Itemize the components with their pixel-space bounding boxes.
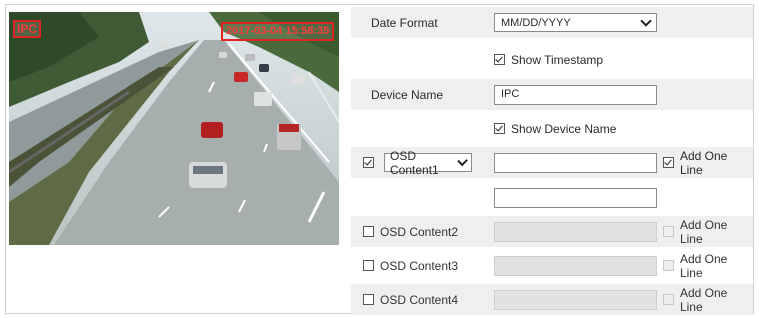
show-device-name-row: Show Device Name xyxy=(351,113,753,144)
osd-content3-add-line-checkbox xyxy=(663,260,674,271)
show-timestamp-checkbox[interactable] xyxy=(494,54,505,65)
osd-content4-row: OSD Content4 Add One Line xyxy=(351,284,753,315)
osd-content4-option[interactable]: OSD Content4 xyxy=(363,293,458,307)
date-format-label: Date Format xyxy=(371,15,438,30)
highway-scene xyxy=(9,12,339,245)
date-format-select[interactable]: MM/DD/YYYY xyxy=(494,13,657,32)
osd-content1-line2-row xyxy=(351,182,753,213)
osd-content1-add-line[interactable]: Add One Line xyxy=(663,149,753,177)
camera-preview: IPC 2017-03-04 15:58:35 xyxy=(9,12,339,245)
show-timestamp-row: Show Timestamp xyxy=(351,44,753,75)
show-device-name-label: Show Device Name xyxy=(511,121,617,136)
osd-content3-row: OSD Content3 Add One Line xyxy=(351,250,753,281)
osd-content1-selector: OSD Content1 xyxy=(363,149,472,177)
device-name-input[interactable]: IPC xyxy=(494,84,657,105)
chevron-down-icon xyxy=(640,14,652,27)
osd-content2-label: OSD Content2 xyxy=(380,224,459,239)
osd-content1-select-value: OSD Content1 xyxy=(390,148,439,177)
osd-content4-label: OSD Content4 xyxy=(380,292,459,307)
osd-content3-label: OSD Content3 xyxy=(380,258,459,273)
osd-timestamp-overlay[interactable]: 2017-03-04 15:58:35 xyxy=(221,22,335,41)
show-timestamp-label: Show Timestamp xyxy=(511,52,604,67)
osd-content3-input xyxy=(494,255,657,276)
osd-content4-add-line-label: Add One Line xyxy=(679,285,728,314)
osd-content1-row: OSD Content1 Add One Line xyxy=(351,147,753,178)
osd-content4-checkbox[interactable] xyxy=(363,294,374,305)
osd-content4-input xyxy=(494,289,657,310)
osd-content1-line2-input[interactable] xyxy=(494,187,657,208)
osd-content1-checkbox[interactable] xyxy=(363,157,374,168)
osd-content2-add-line: Add One Line xyxy=(663,218,753,246)
osd-content2-add-line-label: Add One Line xyxy=(679,217,728,246)
osd-content1-add-line-label: Add One Line xyxy=(679,148,728,177)
osd-content2-checkbox[interactable] xyxy=(363,226,374,237)
device-name-row: Device Name IPC xyxy=(351,79,753,110)
show-device-name-option[interactable]: Show Device Name xyxy=(494,122,616,136)
osd-content1-select[interactable]: OSD Content1 xyxy=(384,149,472,177)
osd-content2-row: OSD Content2 Add One Line xyxy=(351,216,753,247)
date-format-row: Date Format MM/DD/YYYY xyxy=(351,7,753,38)
osd-content1-add-line-checkbox[interactable] xyxy=(663,157,674,168)
device-name-label: Device Name xyxy=(371,87,444,102)
osd-content2-input xyxy=(494,221,657,242)
show-device-name-checkbox[interactable] xyxy=(494,123,505,134)
osd-content4-add-line: Add One Line xyxy=(663,286,753,314)
osd-content3-option[interactable]: OSD Content3 xyxy=(363,259,458,273)
osd-content2-add-line-checkbox xyxy=(663,226,674,237)
show-timestamp-option[interactable]: Show Timestamp xyxy=(494,53,603,67)
osd-device-name-overlay[interactable]: IPC xyxy=(13,20,42,38)
osd-content1-input[interactable] xyxy=(494,152,657,173)
date-format-value: MM/DD/YYYY xyxy=(501,16,571,29)
osd-content3-add-line-label: Add One Line xyxy=(679,251,728,280)
osd-content3-checkbox[interactable] xyxy=(363,260,374,271)
osd-content3-add-line: Add One Line xyxy=(663,252,753,280)
osd-content2-option[interactable]: OSD Content2 xyxy=(363,225,458,239)
osd-content4-add-line-checkbox xyxy=(663,294,674,305)
